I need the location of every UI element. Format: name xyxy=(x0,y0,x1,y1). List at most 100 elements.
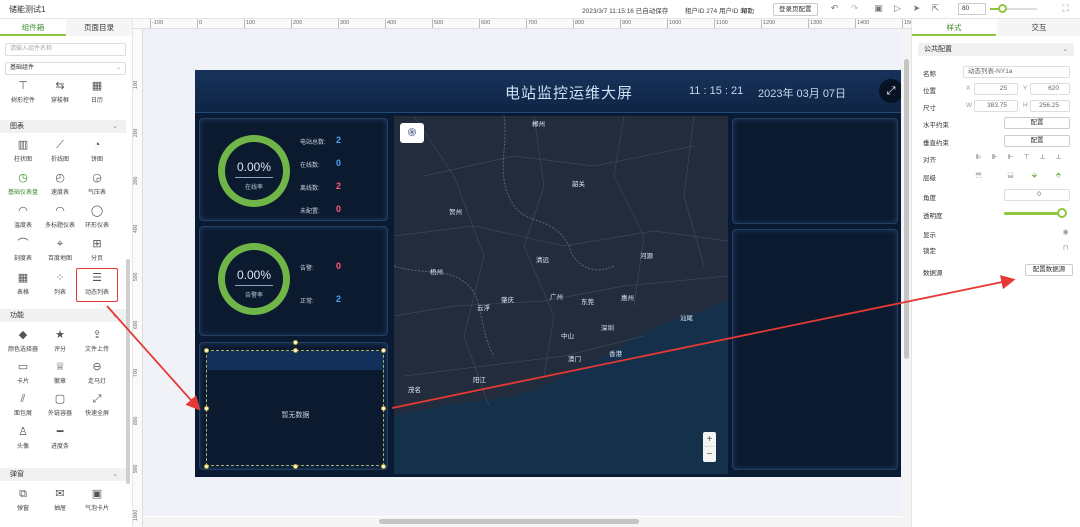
align-right-icon[interactable]: ⊩ xyxy=(1006,153,1015,162)
component-speedometer[interactable]: ◴ 速度表 xyxy=(42,171,78,197)
component-baidu-map[interactable]: ⌖ 百度地图 xyxy=(42,237,78,263)
fit-screen-icon[interactable]: ⛶ xyxy=(1060,3,1071,14)
component-carousel[interactable]: ⊖ 走马灯 xyxy=(79,360,115,386)
tab-component-box[interactable]: 组件箱 xyxy=(0,19,66,36)
zoom-out-button[interactable]: − xyxy=(703,447,716,462)
size-h-input[interactable]: 256.25 xyxy=(1030,100,1070,112)
left-panel-scrollbar[interactable] xyxy=(126,259,130,484)
resize-handle[interactable] xyxy=(204,406,209,411)
component-drawer[interactable]: ✉ 抽屉 xyxy=(42,487,78,513)
component-iframe-container[interactable]: ▢ 外链容器 xyxy=(42,392,78,418)
export-icon[interactable]: ⇱ xyxy=(930,3,941,14)
opacity-slider-handle[interactable] xyxy=(1057,208,1067,218)
component-pie-chart[interactable]: ◔ 饼图 xyxy=(79,138,115,164)
component-scale[interactable]: ⌒ 刻度表 xyxy=(5,237,41,263)
send-back-icon[interactable]: ⬘ xyxy=(1054,171,1063,180)
section-functions[interactable]: 功能 ⌄ xyxy=(0,309,126,322)
login-page-config-button[interactable]: 登录页配置 xyxy=(773,3,818,16)
component-search-input[interactable]: 请输入组件名称 xyxy=(5,43,126,56)
unlock-icon[interactable]: ⊓ xyxy=(1061,244,1070,253)
vertical-scrollbar-thumb[interactable] xyxy=(904,59,909,359)
right-bottom-panel[interactable] xyxy=(732,229,898,470)
map-view[interactable]: 郴州 韶关 贺州 清远 河源 梧州 广州 惠州 云浮 肇庆 东莞 深圳 汕尾 中山 澳门 香港 阳江 茂名 xyxy=(394,116,728,474)
resize-handle[interactable] xyxy=(204,348,209,353)
alarm-rate-panel[interactable]: 0.00% 告警率 告警: 0 正常: 2 xyxy=(199,226,388,336)
zoom-slider[interactable] xyxy=(990,4,1037,13)
component-popover[interactable]: ▣ 气泡卡片 xyxy=(79,487,115,513)
publish-icon[interactable]: ➤ xyxy=(911,3,922,14)
online-rate-panel[interactable]: 0.00% 在线率 电站总数: 2 在线数: 0 离线数: 2 未配置: 0 xyxy=(199,118,388,221)
position-x-input[interactable]: 25 xyxy=(974,83,1018,95)
component-card[interactable]: ▭ 卡片 xyxy=(5,360,41,386)
component-color-picker[interactable]: ◆ 颜色选择器 xyxy=(5,328,41,354)
opacity-slider[interactable] xyxy=(1004,212,1064,215)
name-input[interactable]: 动态列表-NY1a xyxy=(963,66,1070,78)
component-category-select[interactable]: 基础组件 ⌄ xyxy=(5,62,126,75)
tab-page-directory[interactable]: 页面目录 xyxy=(66,19,132,36)
zoom-in-button[interactable]: + xyxy=(703,432,716,447)
component-breadcrumb[interactable]: ⫽ 面包屑 xyxy=(5,392,41,418)
resize-handle[interactable] xyxy=(293,340,298,345)
undo-icon[interactable]: ↶ xyxy=(829,3,840,14)
component-barometer[interactable]: ◶ 气压表 xyxy=(79,171,115,197)
horizontal-scrollbar-thumb[interactable] xyxy=(379,519,639,524)
align-top-icon[interactable]: ⊤ xyxy=(1022,153,1031,162)
component-thermometer[interactable]: ◠ 温度表 xyxy=(5,204,41,230)
component-pagination[interactable]: ⊞ 分页 xyxy=(79,237,115,263)
component-calendar[interactable]: ▦ 日历 xyxy=(79,79,115,105)
resize-handle[interactable] xyxy=(293,464,298,469)
zoom-input[interactable]: 80 xyxy=(958,3,986,15)
horizontal-scrollbar[interactable] xyxy=(143,517,911,527)
size-w-input[interactable]: 383.75 xyxy=(974,100,1018,112)
bring-front-icon[interactable]: ⬒ xyxy=(974,171,983,180)
component-table[interactable]: ▦ 表格 xyxy=(5,271,41,297)
selection-box[interactable] xyxy=(206,350,384,466)
align-bottom-icon[interactable]: ⊥ xyxy=(1054,153,1063,162)
resize-handle[interactable] xyxy=(204,464,209,469)
align-middle-icon[interactable]: ⊥ xyxy=(1038,153,1047,162)
component-progress-bar[interactable]: ━ 进度条 xyxy=(42,425,78,451)
component-dialog[interactable]: ⧉ 弹窗 xyxy=(5,487,41,513)
fullscreen-icon[interactable]: ⤢ xyxy=(879,79,901,103)
eye-icon[interactable]: ◉ xyxy=(1061,228,1070,237)
component-list[interactable]: ⁘ 列表 xyxy=(42,271,78,297)
component-tree[interactable]: ⊤ 树形控件 xyxy=(5,79,41,105)
resize-handle[interactable] xyxy=(381,348,386,353)
section-popups[interactable]: 弹窗 ⌄ xyxy=(0,468,126,481)
component-file-upload[interactable]: ⇪ 文件上传 xyxy=(79,328,115,354)
help-link[interactable]: 帮助 xyxy=(741,5,754,15)
send-backward-icon[interactable]: ⬙ xyxy=(1030,171,1039,180)
section-charts[interactable]: 图表 ⌄ xyxy=(0,120,126,133)
save-icon[interactable]: ▣ xyxy=(873,3,884,14)
component-ring-gauge[interactable]: ◯ 环形仪表 xyxy=(79,204,115,230)
component-basic-gauge[interactable]: ◷ 基础仪表盘 xyxy=(5,171,41,197)
resize-handle[interactable] xyxy=(381,464,386,469)
configure-datasource-button[interactable]: 配置数据源 xyxy=(1025,264,1073,276)
map-logo-icon[interactable]: ֍ xyxy=(400,123,424,143)
tab-style[interactable]: 样式 xyxy=(912,19,996,36)
component-line-chart[interactable]: ⟋ 折线图 xyxy=(42,138,78,164)
section-common-config[interactable]: 公共配置 ⌄ xyxy=(918,43,1074,56)
position-y-input[interactable]: 620 xyxy=(1030,83,1070,95)
zoom-slider-handle[interactable] xyxy=(998,4,1007,13)
resize-handle[interactable] xyxy=(293,348,298,353)
component-transfer[interactable]: ⇆ 穿梭框 xyxy=(42,79,78,105)
resize-handle[interactable] xyxy=(381,406,386,411)
angle-input[interactable]: 0 xyxy=(1004,189,1070,201)
tab-interaction[interactable]: 交互 xyxy=(997,19,1080,36)
component-badge[interactable]: ♕ 徽章 xyxy=(42,360,78,386)
v-constraint-config-button[interactable]: 配置 xyxy=(1004,135,1070,147)
align-left-icon[interactable]: ⊫ xyxy=(974,153,983,162)
preview-icon[interactable]: ▷ xyxy=(892,3,903,14)
h-constraint-config-button[interactable]: 配置 xyxy=(1004,117,1070,129)
component-rating[interactable]: ★ 评分 xyxy=(42,328,78,354)
vertical-scrollbar[interactable] xyxy=(902,29,911,517)
bring-forward-icon[interactable]: ⬓ xyxy=(1006,171,1015,180)
redo-icon[interactable]: ↷ xyxy=(849,3,860,14)
right-top-panel[interactable] xyxy=(732,118,898,224)
component-bar-chart[interactable]: ▥ 柱状图 xyxy=(5,138,41,164)
component-avatar[interactable]: ♙ 头像 xyxy=(5,425,41,451)
align-center-h-icon[interactable]: ⊪ xyxy=(990,153,999,162)
component-multi-title-gauge[interactable]: ◠ 多标题仪表 xyxy=(42,204,78,230)
component-quick-fullscreen[interactable]: ⤢ 快速全屏 xyxy=(79,392,115,418)
